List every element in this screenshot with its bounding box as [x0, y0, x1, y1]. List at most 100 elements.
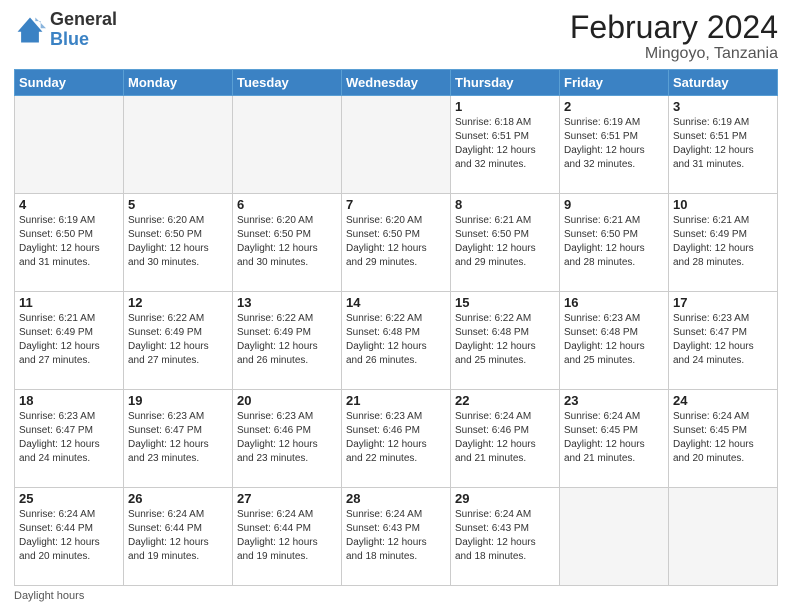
calendar-week-row: 25 Sunrise: 6:24 AM Sunset: 6:44 PM Dayli… — [15, 488, 778, 586]
day-info: Sunrise: 6:23 AM Sunset: 6:47 PM Dayligh… — [128, 410, 228, 466]
day-info: Sunrise: 6:19 AM Sunset: 6:50 PM Dayligh… — [19, 214, 119, 270]
calendar-cell: 16 Sunrise: 6:23 AM Sunset: 6:48 PM Dayli… — [560, 292, 669, 390]
calendar-cell: 14 Sunrise: 6:22 AM Sunset: 6:48 PM Dayli… — [342, 292, 451, 390]
weekday-header: Thursday — [451, 70, 560, 96]
day-info: Sunrise: 6:21 AM Sunset: 6:49 PM Dayligh… — [19, 312, 119, 368]
day-info: Sunrise: 6:24 AM Sunset: 6:45 PM Dayligh… — [564, 410, 664, 466]
day-info: Sunrise: 6:20 AM Sunset: 6:50 PM Dayligh… — [128, 214, 228, 270]
weekday-header-row: SundayMondayTuesdayWednesdayThursdayFrid… — [15, 70, 778, 96]
day-number: 22 — [455, 393, 555, 408]
calendar-cell: 8Sunrise: 6:21 AM Sunset: 6:50 PM Daylig… — [451, 194, 560, 292]
calendar-cell — [15, 96, 124, 194]
day-info: Sunrise: 6:21 AM Sunset: 6:50 PM Dayligh… — [564, 214, 664, 270]
day-number: 8 — [455, 197, 555, 212]
day-info: Sunrise: 6:24 AM Sunset: 6:43 PM Dayligh… — [346, 508, 446, 564]
day-info: Sunrise: 6:24 AM Sunset: 6:44 PM Dayligh… — [19, 508, 119, 564]
day-number: 9 — [564, 197, 664, 212]
logo-text: General Blue — [50, 10, 117, 50]
day-info: Sunrise: 6:22 AM Sunset: 6:48 PM Dayligh… — [455, 312, 555, 368]
day-info: Sunrise: 6:24 AM Sunset: 6:43 PM Dayligh… — [455, 508, 555, 564]
day-number: 17 — [673, 295, 773, 310]
day-info: Sunrise: 6:23 AM Sunset: 6:46 PM Dayligh… — [346, 410, 446, 466]
calendar-cell: 12Sunrise: 6:22 AM Sunset: 6:49 PM Dayli… — [124, 292, 233, 390]
day-info: Sunrise: 6:23 AM Sunset: 6:46 PM Dayligh… — [237, 410, 337, 466]
header: General Blue February 2024 Mingoyo, Tanz… — [14, 10, 778, 63]
day-number: 26 — [128, 491, 228, 506]
weekday-header: Saturday — [669, 70, 778, 96]
day-number: 16 — [564, 295, 664, 310]
day-number: 3 — [673, 99, 773, 114]
calendar-cell: 10 Sunrise: 6:21 AM Sunset: 6:49 PM Dayli… — [669, 194, 778, 292]
day-info: Sunrise: 6:24 AM Sunset: 6:44 PM Dayligh… — [237, 508, 337, 564]
calendar-cell: 3Sunrise: 6:19 AM Sunset: 6:51 PM Daylig… — [669, 96, 778, 194]
day-info: Sunrise: 6:23 AM Sunset: 6:47 PM Dayligh… — [673, 312, 773, 368]
calendar-cell: 28 Sunrise: 6:24 AM Sunset: 6:43 PM Dayli… — [342, 488, 451, 586]
calendar-week-row: 11 Sunrise: 6:21 AM Sunset: 6:49 PM Dayli… — [15, 292, 778, 390]
day-info: Sunrise: 6:24 AM Sunset: 6:44 PM Dayligh… — [128, 508, 228, 564]
logo-general: General — [50, 10, 117, 30]
day-info: Sunrise: 6:20 AM Sunset: 6:50 PM Dayligh… — [237, 214, 337, 270]
day-number: 18 — [19, 393, 119, 408]
calendar-cell: 1 Sunrise: 6:18 AM Sunset: 6:51 PM Daylig… — [451, 96, 560, 194]
calendar-cell — [560, 488, 669, 586]
day-number: 1 — [455, 99, 555, 114]
day-info: Sunrise: 6:21 AM Sunset: 6:49 PM Dayligh… — [673, 214, 773, 270]
calendar-cell: 4 Sunrise: 6:19 AM Sunset: 6:50 PM Daylig… — [15, 194, 124, 292]
calendar-cell: 6Sunrise: 6:20 AM Sunset: 6:50 PM Daylig… — [233, 194, 342, 292]
weekday-header: Friday — [560, 70, 669, 96]
calendar-cell: 23 Sunrise: 6:24 AM Sunset: 6:45 PM Dayli… — [560, 390, 669, 488]
day-number: 14 — [346, 295, 446, 310]
logo-blue: Blue — [50, 30, 117, 50]
day-info: Sunrise: 6:23 AM Sunset: 6:47 PM Dayligh… — [19, 410, 119, 466]
calendar-cell — [342, 96, 451, 194]
day-number: 15 — [455, 295, 555, 310]
main-title: February 2024 — [570, 10, 778, 45]
day-info: Sunrise: 6:24 AM Sunset: 6:45 PM Dayligh… — [673, 410, 773, 466]
calendar-cell: 9 Sunrise: 6:21 AM Sunset: 6:50 PM Daylig… — [560, 194, 669, 292]
day-number: 24 — [673, 393, 773, 408]
day-number: 10 — [673, 197, 773, 212]
title-block: February 2024 Mingoyo, Tanzania — [570, 10, 778, 63]
calendar-cell: 19 Sunrise: 6:23 AM Sunset: 6:47 PM Dayli… — [124, 390, 233, 488]
calendar-cell: 20Sunrise: 6:23 AM Sunset: 6:46 PM Dayli… — [233, 390, 342, 488]
calendar-cell: 26 Sunrise: 6:24 AM Sunset: 6:44 PM Dayli… — [124, 488, 233, 586]
day-number: 28 — [346, 491, 446, 506]
calendar-cell: 13Sunrise: 6:22 AM Sunset: 6:49 PM Dayli… — [233, 292, 342, 390]
logo-icon — [14, 14, 46, 46]
day-number: 25 — [19, 491, 119, 506]
calendar-cell — [233, 96, 342, 194]
day-info: Sunrise: 6:22 AM Sunset: 6:49 PM Dayligh… — [128, 312, 228, 368]
day-number: 11 — [19, 295, 119, 310]
calendar-cell: 15 Sunrise: 6:22 AM Sunset: 6:48 PM Dayli… — [451, 292, 560, 390]
day-info: Sunrise: 6:22 AM Sunset: 6:48 PM Dayligh… — [346, 312, 446, 368]
day-info: Sunrise: 6:24 AM Sunset: 6:46 PM Dayligh… — [455, 410, 555, 466]
calendar-cell: 17 Sunrise: 6:23 AM Sunset: 6:47 PM Dayli… — [669, 292, 778, 390]
page: General Blue February 2024 Mingoyo, Tanz… — [0, 0, 792, 612]
calendar-week-row: 1 Sunrise: 6:18 AM Sunset: 6:51 PM Daylig… — [15, 96, 778, 194]
calendar-cell: 21Sunrise: 6:23 AM Sunset: 6:46 PM Dayli… — [342, 390, 451, 488]
day-number: 4 — [19, 197, 119, 212]
calendar-cell: 7Sunrise: 6:20 AM Sunset: 6:50 PM Daylig… — [342, 194, 451, 292]
day-number: 29 — [455, 491, 555, 506]
day-number: 19 — [128, 393, 228, 408]
footer-note: Daylight hours — [14, 590, 778, 602]
weekday-header: Sunday — [15, 70, 124, 96]
day-info: Sunrise: 6:18 AM Sunset: 6:51 PM Dayligh… — [455, 116, 555, 172]
calendar-cell: 29 Sunrise: 6:24 AM Sunset: 6:43 PM Dayli… — [451, 488, 560, 586]
day-number: 23 — [564, 393, 664, 408]
subtitle: Mingoyo, Tanzania — [570, 45, 778, 63]
calendar-cell — [669, 488, 778, 586]
day-number: 13 — [237, 295, 337, 310]
calendar-cell: 18 Sunrise: 6:23 AM Sunset: 6:47 PM Dayli… — [15, 390, 124, 488]
day-info: Sunrise: 6:23 AM Sunset: 6:48 PM Dayligh… — [564, 312, 664, 368]
logo: General Blue — [14, 10, 117, 50]
weekday-header: Wednesday — [342, 70, 451, 96]
day-info: Sunrise: 6:20 AM Sunset: 6:50 PM Dayligh… — [346, 214, 446, 270]
day-info: Sunrise: 6:19 AM Sunset: 6:51 PM Dayligh… — [564, 116, 664, 172]
calendar-cell: 5Sunrise: 6:20 AM Sunset: 6:50 PM Daylig… — [124, 194, 233, 292]
day-number: 27 — [237, 491, 337, 506]
calendar-cell: 27 Sunrise: 6:24 AM Sunset: 6:44 PM Dayli… — [233, 488, 342, 586]
weekday-header: Tuesday — [233, 70, 342, 96]
calendar-week-row: 18 Sunrise: 6:23 AM Sunset: 6:47 PM Dayli… — [15, 390, 778, 488]
calendar-cell: 24 Sunrise: 6:24 AM Sunset: 6:45 PM Dayli… — [669, 390, 778, 488]
